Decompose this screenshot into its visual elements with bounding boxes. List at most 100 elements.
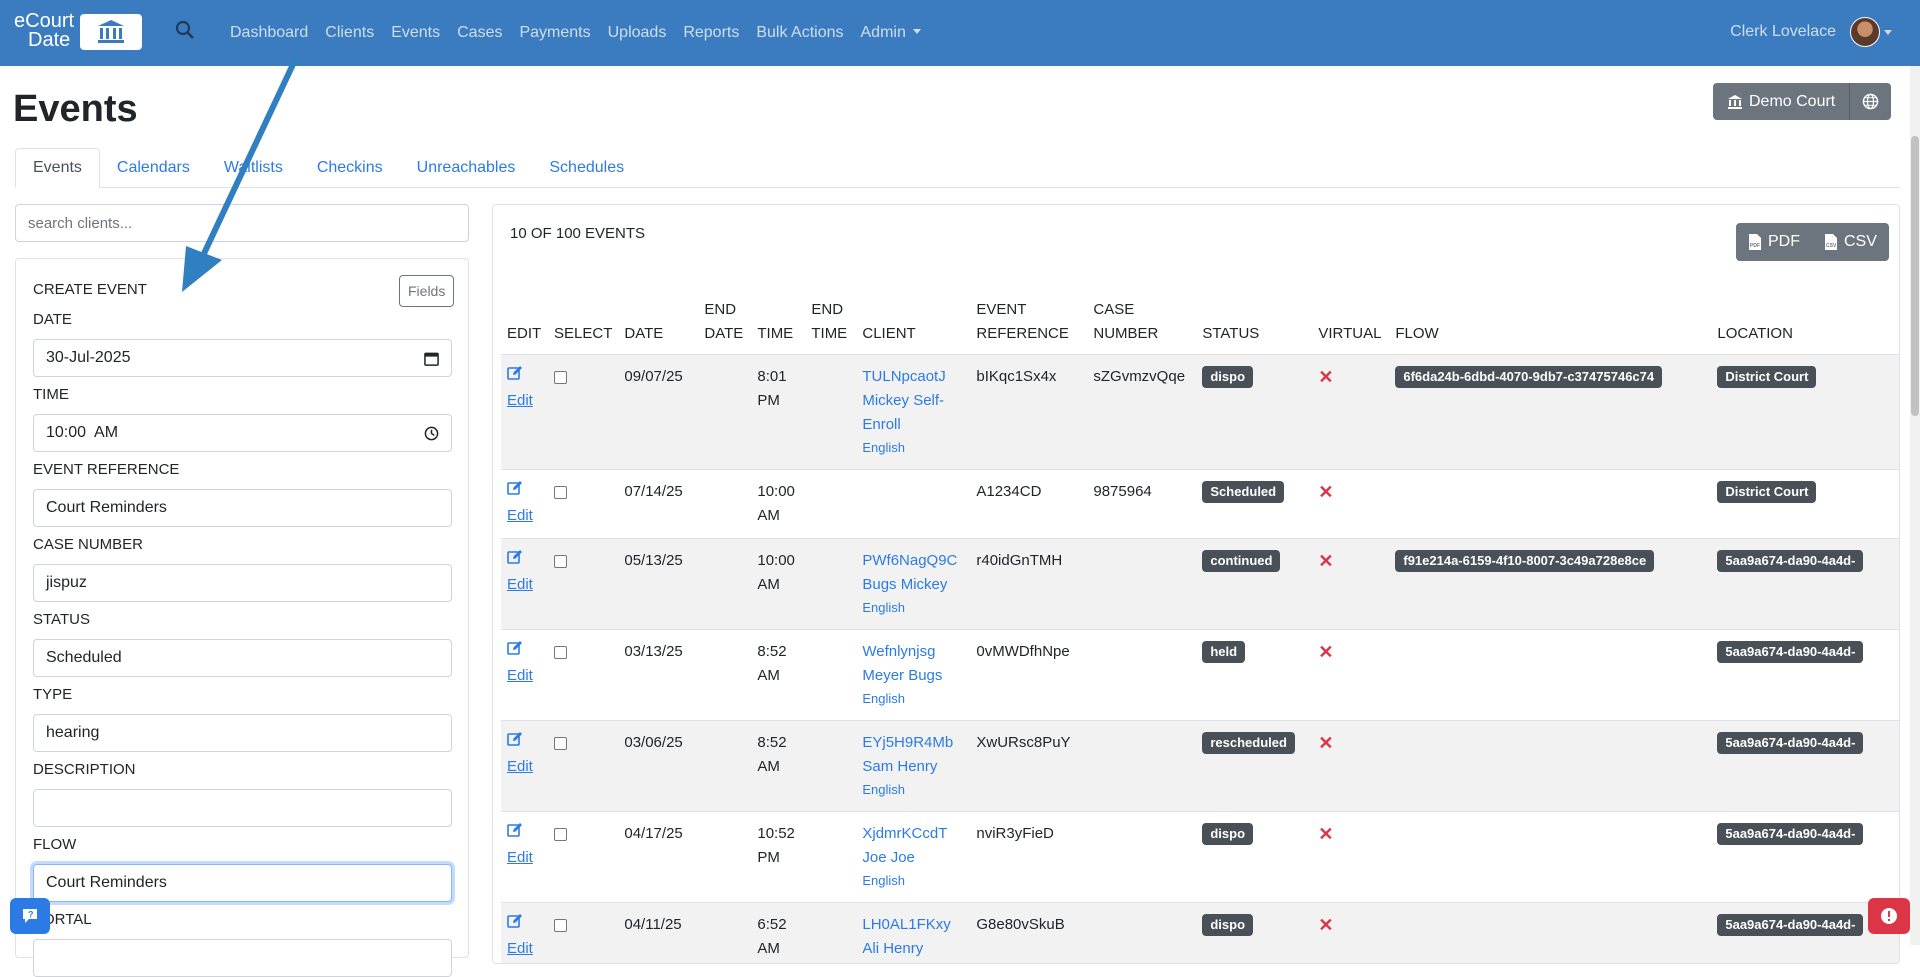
edit-link[interactable]: Edit bbox=[507, 846, 542, 870]
client-link[interactable]: Wefnlynjsg bbox=[862, 640, 964, 664]
end-date-cell bbox=[698, 538, 752, 630]
client-name[interactable]: Meyer Bugs bbox=[862, 664, 964, 688]
nav-events[interactable]: Events bbox=[391, 24, 440, 42]
virtual-x-icon: ✕ bbox=[1318, 824, 1334, 844]
fields-button[interactable]: Fields bbox=[399, 275, 455, 307]
status-field[interactable]: Scheduled bbox=[33, 639, 452, 677]
edit-cell: Edit bbox=[501, 538, 548, 630]
edit-icon[interactable] bbox=[507, 365, 523, 381]
page-scrollbar[interactable] bbox=[1910, 66, 1920, 945]
tab-waitlists[interactable]: Waitlists bbox=[207, 148, 300, 188]
clock-icon[interactable] bbox=[424, 426, 439, 441]
edit-link[interactable]: Edit bbox=[507, 504, 542, 528]
client-cell: XjdmrKCcdT Joe Joe English bbox=[856, 811, 971, 903]
flow-label: FLOW bbox=[33, 836, 77, 853]
chat-widget-button[interactable]: ? bbox=[10, 898, 50, 934]
edit-link[interactable]: Edit bbox=[507, 573, 542, 597]
tab-calendars[interactable]: Calendars bbox=[100, 148, 207, 188]
client-link[interactable]: TULNpcaotJ bbox=[862, 365, 964, 389]
nav-clients[interactable]: Clients bbox=[325, 24, 374, 42]
nav-payments[interactable]: Payments bbox=[519, 24, 590, 42]
client-name[interactable]: Sam Henry bbox=[862, 755, 964, 779]
select-checkbox[interactable] bbox=[554, 646, 567, 659]
col-end-date-line1: END bbox=[704, 301, 737, 318]
col-case-number-line2: NUMBER bbox=[1093, 325, 1159, 342]
select-cell bbox=[548, 354, 619, 470]
select-checkbox[interactable] bbox=[554, 828, 567, 841]
search-clients-input[interactable] bbox=[15, 204, 469, 242]
nav-cases[interactable]: Cases bbox=[457, 24, 502, 42]
edit-icon[interactable] bbox=[507, 480, 523, 496]
case-number-cell bbox=[1087, 811, 1197, 903]
nav-dashboard[interactable]: Dashboard bbox=[230, 24, 308, 42]
client-name[interactable]: Ali Henry bbox=[862, 937, 964, 961]
description-field[interactable] bbox=[33, 789, 452, 827]
brand-logo[interactable]: eCourt Date bbox=[14, 11, 142, 52]
scrollbar-thumb[interactable] bbox=[1911, 136, 1919, 416]
edit-link[interactable]: Edit bbox=[507, 755, 542, 779]
table-row: Edit 03/13/25 8:52 AM Wefnlynjsg Meyer Bu… bbox=[501, 629, 1899, 721]
tab-checkins[interactable]: Checkins bbox=[300, 148, 400, 188]
date-cell: 05/13/25 bbox=[618, 538, 699, 630]
flow-field[interactable]: Court Reminders bbox=[33, 864, 452, 902]
edit-icon[interactable] bbox=[507, 549, 523, 565]
virtual-x-icon: ✕ bbox=[1318, 642, 1334, 662]
user-menu[interactable]: Clerk Lovelace bbox=[1730, 17, 1892, 47]
nav-bulk-actions[interactable]: Bulk Actions bbox=[756, 24, 843, 42]
edit-icon[interactable] bbox=[507, 913, 523, 929]
edit-link[interactable]: Edit bbox=[507, 389, 542, 413]
demo-court-button[interactable]: Demo Court bbox=[1713, 83, 1850, 120]
client-name[interactable]: Joe Joe bbox=[862, 846, 964, 870]
events-count: 10 OF 100 EVENTS bbox=[510, 225, 646, 242]
table-row: Edit 03/06/25 8:52 AM EYj5H9R4Mb Sam Henr… bbox=[501, 720, 1899, 812]
type-field[interactable]: hearing bbox=[33, 714, 452, 752]
client-name[interactable]: Bugs Mickey bbox=[862, 573, 964, 597]
calendar-icon[interactable] bbox=[424, 351, 439, 366]
client-link[interactable]: LH0AL1FKxy bbox=[862, 913, 964, 937]
tab-events[interactable]: Events bbox=[15, 148, 100, 188]
table-row: Edit 07/14/25 10:00 AM A1234CD 9875964 Sc… bbox=[501, 469, 1899, 539]
nav-reports[interactable]: Reports bbox=[683, 24, 739, 42]
select-checkbox[interactable] bbox=[554, 737, 567, 750]
nav-uploads[interactable]: Uploads bbox=[608, 24, 667, 42]
time-field[interactable]: 10:00 AM bbox=[33, 414, 452, 452]
date-cell: 07/14/25 bbox=[618, 469, 699, 539]
location-badge: District Court bbox=[1717, 366, 1817, 388]
client-name[interactable]: Mickey Self- bbox=[862, 389, 964, 413]
date-field[interactable]: 30-Jul-2025 bbox=[33, 339, 452, 377]
client-link[interactable]: PWf6NagQ9C bbox=[862, 549, 964, 573]
time-cell: 8:01 PM bbox=[751, 354, 806, 470]
pdf-export-button[interactable]: PDF PDF bbox=[1736, 223, 1812, 261]
edit-icon[interactable] bbox=[507, 640, 523, 656]
client-name-cont[interactable]: Enroll bbox=[862, 413, 964, 437]
select-checkbox[interactable] bbox=[554, 919, 567, 932]
select-cell bbox=[548, 811, 619, 903]
virtual-x-icon: ✕ bbox=[1318, 551, 1334, 571]
date-cell: 03/06/25 bbox=[618, 720, 699, 812]
select-checkbox[interactable] bbox=[554, 486, 567, 499]
case-number-field[interactable]: jispuz bbox=[33, 564, 452, 602]
virtual-cell: ✕ bbox=[1312, 538, 1390, 630]
client-link[interactable]: XjdmrKCcdT bbox=[862, 822, 964, 846]
nav-admin-dropdown[interactable]: Admin bbox=[861, 24, 921, 42]
search-icon[interactable] bbox=[175, 20, 197, 42]
event-reference-field[interactable]: Court Reminders bbox=[33, 489, 452, 527]
edit-link[interactable]: Edit bbox=[507, 664, 542, 688]
time-period: PM bbox=[757, 392, 780, 409]
date-value: 30-Jul-2025 bbox=[46, 349, 131, 366]
tab-unreachables[interactable]: Unreachables bbox=[400, 148, 533, 188]
location-badge: 5aa9a674-da90-4a4d- bbox=[1717, 732, 1864, 754]
error-alert-button[interactable] bbox=[1868, 898, 1910, 934]
edit-link[interactable]: Edit bbox=[507, 937, 542, 961]
edit-icon[interactable] bbox=[507, 731, 523, 747]
select-checkbox[interactable] bbox=[554, 555, 567, 568]
client-link[interactable]: EYj5H9R4Mb bbox=[862, 731, 964, 755]
col-case-number: CASE NUMBER bbox=[1087, 290, 1197, 355]
edit-icon[interactable] bbox=[507, 822, 523, 838]
client-language: English bbox=[862, 873, 905, 888]
select-checkbox[interactable] bbox=[554, 371, 567, 384]
language-button[interactable] bbox=[1849, 83, 1892, 120]
tab-schedules[interactable]: Schedules bbox=[532, 148, 641, 188]
csv-export-button[interactable]: CSV CSV bbox=[1812, 223, 1889, 261]
create-event-title: CREATE EVENT bbox=[33, 281, 147, 298]
